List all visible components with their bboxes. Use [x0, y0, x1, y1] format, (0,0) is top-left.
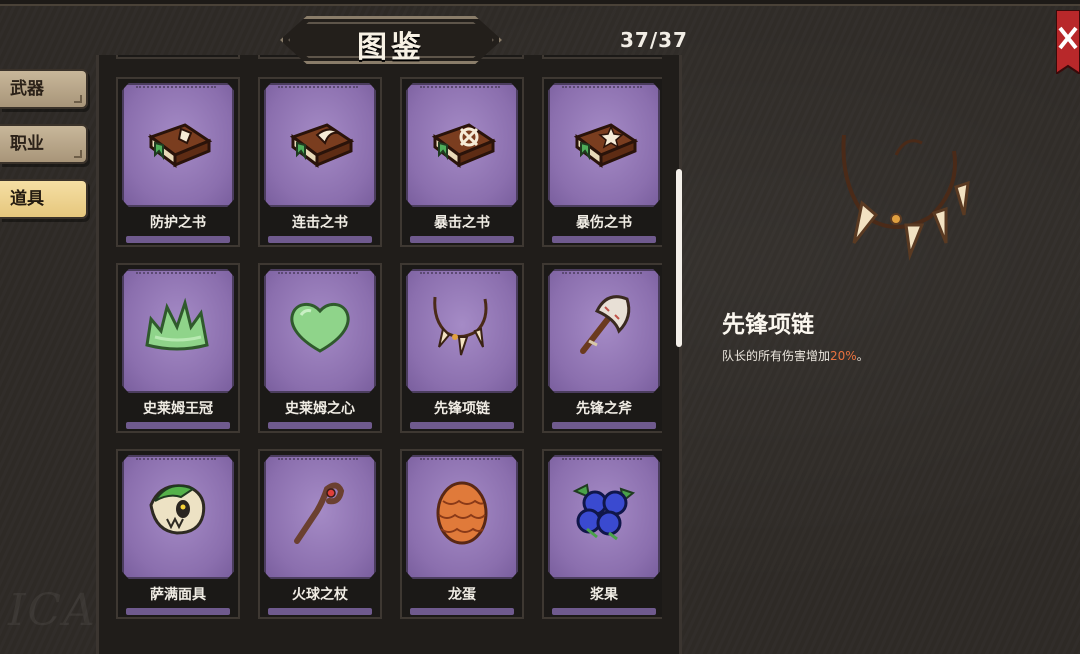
item-card[interactable]: 暴伤之书 [542, 77, 662, 247]
item-name: 暴击之书 [434, 215, 490, 231]
item-grid[interactable]: 防护之书 连击之书 暴击之书 暴伤之书 史莱姆王冠 史莱姆之心 先锋项链 先锋之… [112, 55, 662, 654]
collection-panel: 防护之书 连击之书 暴击之书 暴伤之书 史莱姆王冠 史莱姆之心 先锋项链 先锋之… [96, 55, 682, 654]
tab-classes-label: 职业 [10, 134, 44, 154]
close-button[interactable] [1056, 10, 1080, 74]
item-card[interactable]: 史莱姆王冠 [116, 263, 240, 433]
item-name: 先锋之斧 [576, 401, 632, 417]
item-card[interactable]: 防护之书 [116, 77, 240, 247]
tab-items[interactable]: 道具 [0, 179, 88, 219]
book-shield-icon [147, 123, 213, 168]
item-card[interactable]: 龙蛋 [400, 449, 524, 619]
item-name: 先锋项链 [434, 401, 490, 417]
item-card[interactable]: 先锋之斧 [542, 263, 662, 433]
item-name: 史莱姆王冠 [143, 401, 213, 417]
dragon-egg-icon [436, 481, 488, 545]
fireball-staff-icon [294, 482, 345, 544]
collection-counter: 37/37 [620, 28, 688, 52]
fang-necklace-icon [433, 296, 488, 356]
scrollbar[interactable] [676, 169, 682, 347]
item-card[interactable]: 先锋项链 [400, 263, 524, 433]
fang-necklace-icon [841, 134, 970, 261]
tab-weapons-label: 武器 [10, 79, 44, 99]
item-name: 火球之杖 [292, 587, 348, 603]
book-crosshair-icon [431, 123, 497, 168]
item-name: 史莱姆之心 [285, 401, 355, 417]
detail-item-name: 先锋项链 [722, 312, 814, 338]
axe-icon [580, 295, 631, 354]
item-card[interactable]: 连击之书 [258, 77, 382, 247]
detail-desc-value: 20% [830, 349, 857, 363]
detail-description: 队长的所有伤害增加20%。 [722, 347, 869, 364]
detail-desc-suffix: 。 [856, 349, 869, 363]
shaman-mask-icon [149, 484, 206, 535]
item-card[interactable]: 暴击之书 [400, 77, 524, 247]
item-card[interactable]: 浆果 [542, 449, 662, 619]
item-name: 防护之书 [150, 215, 206, 231]
item-card-partial [542, 55, 662, 59]
page-title: 图鉴 [357, 30, 425, 65]
slime-crown-icon [145, 297, 209, 351]
item-card[interactable]: 火球之杖 [258, 449, 382, 619]
title-banner: 图鉴 [270, 12, 512, 68]
berries-icon [572, 483, 636, 541]
item-name: 连击之书 [292, 215, 348, 231]
book-slash-icon [289, 123, 355, 168]
book-star-icon [573, 123, 639, 168]
item-card[interactable]: 萨满面具 [116, 449, 240, 619]
tab-classes[interactable]: 职业 [0, 124, 88, 164]
tab-items-label: 道具 [10, 189, 44, 209]
item-card[interactable]: 史莱姆之心 [258, 263, 382, 433]
slime-heart-icon [290, 303, 350, 353]
detail-desc-prefix: 队长的所有伤害增加 [722, 349, 831, 363]
item-name: 龙蛋 [448, 587, 476, 603]
top-border [0, 0, 1080, 6]
item-name: 暴伤之书 [576, 215, 632, 231]
item-name: 浆果 [590, 587, 618, 603]
item-name: 萨满面具 [150, 587, 206, 603]
tab-weapons[interactable]: 武器 [0, 69, 88, 109]
item-card-partial [116, 55, 240, 59]
